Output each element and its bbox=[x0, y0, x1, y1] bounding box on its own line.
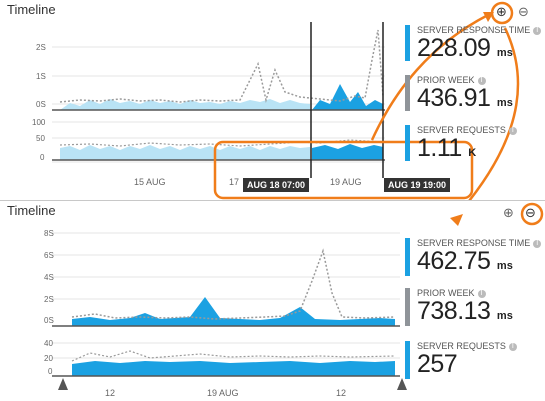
metric-color-bar bbox=[405, 25, 410, 61]
prior-week-requests-line bbox=[71, 350, 396, 362]
y-tick: 6S bbox=[44, 251, 54, 260]
y-tick: 0S bbox=[36, 100, 46, 109]
info-icon[interactable]: i bbox=[533, 240, 542, 248]
timeline-panel-top: Timeline 2S 1S 0S 100 50 0 15 AUG 17 19 … bbox=[0, 0, 545, 200]
x-tick: 17 bbox=[229, 177, 239, 187]
y-tick: 0 bbox=[40, 153, 45, 162]
y-tick: 20 bbox=[44, 354, 53, 363]
zoom-out-icon[interactable]: ⊖ bbox=[518, 5, 529, 19]
metric-value: 1.11 bbox=[417, 134, 462, 162]
y-tick: 2S bbox=[44, 295, 54, 304]
prior-week-line bbox=[59, 29, 384, 103]
y-tick: 100 bbox=[32, 118, 46, 127]
y-tick: 50 bbox=[36, 134, 45, 143]
metric-value: 257 bbox=[417, 350, 458, 378]
x-tick: 12 bbox=[105, 388, 115, 398]
info-icon[interactable]: i bbox=[508, 343, 517, 351]
x-tick: 19 AUG bbox=[207, 388, 239, 398]
metric-unit: K bbox=[468, 147, 477, 159]
y-tick: 8S bbox=[44, 229, 54, 238]
metric-color-bar bbox=[405, 341, 410, 379]
requests-area-selected bbox=[312, 144, 383, 160]
zoom-in-icon[interactable]: ⊕ bbox=[496, 5, 507, 19]
metric-server-requests[interactable]: SERVER REQUESTS i 257 bbox=[405, 341, 540, 381]
info-icon[interactable]: i bbox=[533, 27, 542, 35]
info-icon[interactable]: i bbox=[508, 127, 517, 135]
metric-prior-week[interactable]: PRIOR WEEK i 436.91 ms bbox=[405, 75, 540, 115]
annotation-arrowhead bbox=[450, 214, 463, 226]
prior-week-line bbox=[71, 248, 396, 320]
metric-color-bar bbox=[405, 238, 410, 276]
response-time-area-selected bbox=[312, 84, 383, 110]
metric-value: 436.91 bbox=[417, 84, 491, 112]
metric-color-bar bbox=[405, 125, 410, 161]
metric-unit: ms bbox=[496, 260, 513, 272]
zoom-in-icon[interactable]: ⊕ bbox=[503, 206, 514, 220]
y-tick: 2S bbox=[36, 43, 46, 52]
timeline-panel-bottom: Timeline 8S 6S 4S 2S 0S 40 20 0 12 19 AU… bbox=[0, 200, 545, 401]
metric-unit: ms bbox=[496, 97, 513, 109]
y-tick: 0 bbox=[48, 367, 53, 376]
metric-color-bar bbox=[405, 75, 410, 111]
metric-value: 738.13 bbox=[417, 297, 491, 325]
selection-start-tooltip: AUG 18 07:00 bbox=[243, 178, 310, 192]
gridlines bbox=[52, 232, 400, 359]
requests-area bbox=[72, 361, 395, 376]
y-tick: 1S bbox=[36, 72, 46, 81]
metric-server-response-time[interactable]: SERVER RESPONSE TIME i 228.09 ms bbox=[405, 25, 542, 65]
metric-value: 228.09 bbox=[417, 34, 491, 62]
x-tick: 19 AUG bbox=[330, 177, 362, 187]
y-tick: 4S bbox=[44, 273, 54, 282]
metric-server-response-time[interactable]: SERVER RESPONSE TIME i 462.75 ms bbox=[405, 238, 542, 278]
range-start-handle[interactable] bbox=[58, 378, 68, 390]
y-tick: 40 bbox=[44, 339, 53, 348]
zoom-out-icon[interactable]: ⊖ bbox=[525, 206, 536, 220]
metric-value: 462.75 bbox=[417, 247, 491, 275]
metric-unit: ms bbox=[496, 310, 513, 322]
y-tick: 0S bbox=[44, 316, 54, 325]
requests-area-unselected bbox=[60, 145, 310, 160]
response-time-area bbox=[72, 297, 395, 326]
selection-end-tooltip: AUG 19 19:00 bbox=[384, 178, 451, 192]
metric-unit: ms bbox=[496, 47, 513, 59]
x-tick: 15 AUG bbox=[134, 177, 166, 187]
x-tick: 12 bbox=[336, 388, 346, 398]
metric-color-bar bbox=[405, 288, 410, 326]
metric-server-requests[interactable]: SERVER REQUESTS i 1.11 K bbox=[405, 125, 540, 165]
metric-prior-week[interactable]: PRIOR WEEK i 738.13 ms bbox=[405, 288, 540, 328]
